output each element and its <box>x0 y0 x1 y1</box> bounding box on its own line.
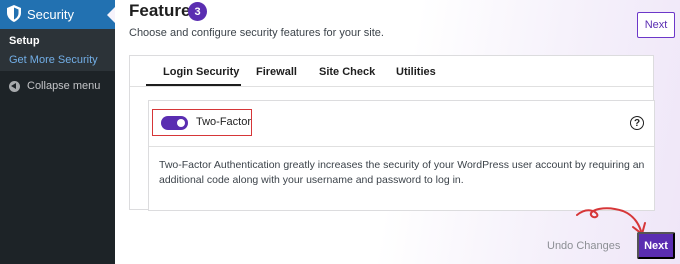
undo-changes-link[interactable]: Undo Changes <box>547 240 620 252</box>
next-button-top[interactable]: Next <box>637 12 675 38</box>
two-factor-description: Two-Factor Authentication greatly increa… <box>159 159 645 186</box>
tab-utilities[interactable]: Utilities <box>396 66 436 78</box>
tab-firewall[interactable]: Firewall <box>256 66 297 78</box>
tab-login-security[interactable]: Login Security <box>163 66 239 78</box>
card-divider <box>149 146 654 147</box>
two-factor-toggle[interactable] <box>161 116 188 130</box>
collapse-menu-button[interactable]: Collapse menu <box>9 80 100 92</box>
features-panel: Login Security Firewall Site Check Utili… <box>129 55 655 211</box>
collapse-icon <box>9 80 20 92</box>
highlight-box: Two-Factor <box>152 109 252 136</box>
two-factor-card: Two-Factor ? Two-Factor Authentication g… <box>148 100 655 211</box>
feature-tabs: Login Security Firewall Site Check Utili… <box>130 56 653 87</box>
main-content: Features 3 Choose and configure security… <box>115 0 680 264</box>
step-badge: 3 <box>188 2 207 21</box>
admin-sidebar: Security Setup Get More Security Collaps… <box>0 0 115 264</box>
help-icon[interactable]: ? <box>630 116 644 130</box>
next-button[interactable]: Next <box>637 232 675 259</box>
sidebar-item-get-more-security[interactable]: Get More Security <box>9 54 98 66</box>
tab-site-check[interactable]: Site Check <box>319 66 375 78</box>
page-subtitle: Choose and configure security features f… <box>129 27 384 39</box>
sidebar-item-label: Security <box>27 7 74 22</box>
sidebar-item-security[interactable]: Security <box>0 0 115 29</box>
active-pointer <box>107 7 115 23</box>
collapse-menu-label: Collapse menu <box>27 80 101 92</box>
two-factor-label: Two-Factor <box>196 116 252 128</box>
sidebar-item-setup[interactable]: Setup <box>9 35 40 47</box>
shield-icon <box>7 5 21 22</box>
tabs-divider <box>130 86 653 87</box>
